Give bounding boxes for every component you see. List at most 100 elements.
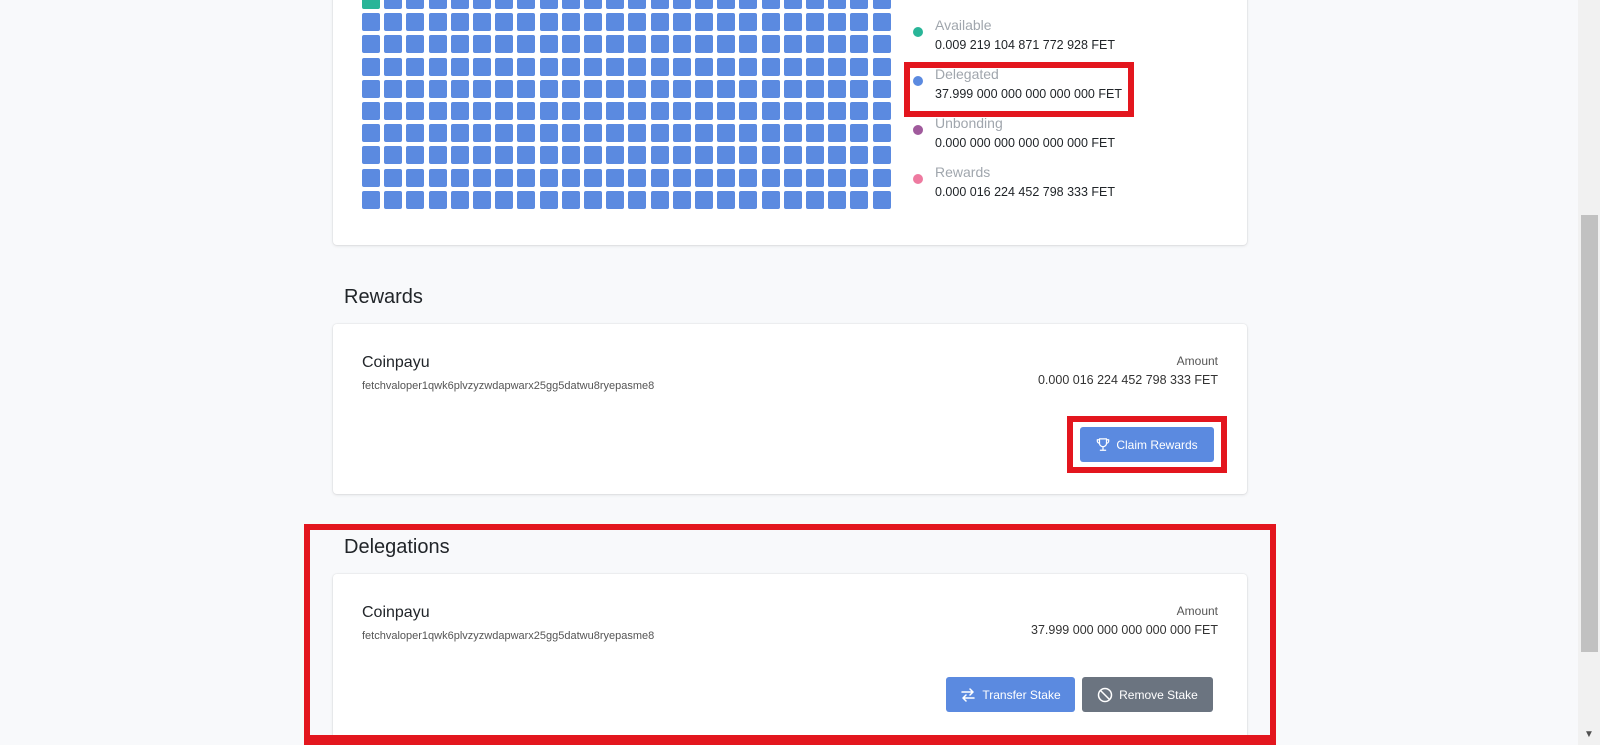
legend-label: Available <box>935 17 992 33</box>
waffle-square-delegated <box>806 146 824 165</box>
waffle-square-delegated <box>650 190 669 209</box>
transfer-arrows-icon <box>961 687 976 702</box>
waffle-square-delegated <box>872 124 891 143</box>
waffle-square-delegated <box>428 0 447 9</box>
waffle-square-delegated <box>695 0 713 9</box>
transfer-stake-button[interactable]: Transfer Stake <box>946 677 1075 712</box>
waffle-square-delegated <box>406 190 425 209</box>
waffle-square-delegated <box>761 35 780 54</box>
scrollbar-thumb[interactable] <box>1581 215 1598 652</box>
waffle-square-delegated <box>783 146 802 165</box>
waffle-square-delegated <box>406 13 425 32</box>
waffle-square-delegated <box>406 79 425 98</box>
waffle-square-delegated <box>362 13 380 32</box>
waffle-square-delegated <box>384 57 403 76</box>
legend-value: 0.000 016 224 452 798 333 FET <box>935 185 1116 199</box>
waffle-square-delegated <box>539 0 558 9</box>
waffle-square-delegated <box>606 0 625 9</box>
waffle-square-delegated <box>672 190 691 209</box>
waffle-square-delegated <box>628 168 647 187</box>
delegations-section-title: Delegations <box>344 536 450 558</box>
waffle-square-delegated <box>650 168 669 187</box>
waffle-square-delegated <box>628 102 647 120</box>
validator-name: Coinpayu <box>362 604 430 621</box>
ban-icon <box>1097 687 1113 702</box>
amount-label: Amount <box>1176 354 1218 368</box>
waffle-square-delegated <box>495 13 514 32</box>
claim-rewards-button[interactable]: Claim Rewards <box>1080 427 1214 462</box>
waffle-square-delegated <box>495 0 514 9</box>
waffle-square-delegated <box>761 0 780 9</box>
waffle-square-delegated <box>406 102 425 120</box>
waffle-square-delegated <box>584 190 602 209</box>
waffle-square-delegated <box>672 57 691 76</box>
waffle-square-delegated <box>450 146 469 165</box>
waffle-square-delegated <box>473 124 491 143</box>
waffle-square-delegated <box>672 168 691 187</box>
waffle-square-delegated <box>806 35 824 54</box>
waffle-square-delegated <box>561 79 580 98</box>
waffle-square-delegated <box>850 146 869 165</box>
waffle-square-delegated <box>384 146 403 165</box>
balance-waffle-chart <box>362 0 893 216</box>
waffle-square-delegated <box>561 146 580 165</box>
waffle-square-delegated <box>473 168 491 187</box>
waffle-square-delegated <box>606 102 625 120</box>
waffle-square-delegated <box>561 168 580 187</box>
waffle-square-delegated <box>561 0 580 9</box>
waffle-square-delegated <box>628 79 647 98</box>
waffle-square-delegated <box>828 79 847 98</box>
waffle-square-delegated <box>695 79 713 98</box>
waffle-square-delegated <box>828 168 847 187</box>
waffle-square-delegated <box>783 190 802 209</box>
waffle-square-delegated <box>650 102 669 120</box>
validator-address: fetchvaloper1qwk6plvzyzwdapwarx25gg5datw… <box>362 380 655 392</box>
available-dot-icon <box>913 27 923 37</box>
vertical-scrollbar[interactable]: ▼ <box>1578 0 1600 745</box>
rewards-dot-icon <box>913 174 923 184</box>
waffle-square-delegated <box>606 35 625 54</box>
rewards-card: Coinpayu fetchvaloper1qwk6plvzyzwdapwarx… <box>333 324 1247 494</box>
remove-stake-label: Remove Stake <box>1119 687 1198 702</box>
waffle-square-delegated <box>783 124 802 143</box>
waffle-square-delegated <box>584 0 602 9</box>
waffle-square-delegated <box>828 0 847 9</box>
waffle-square-delegated <box>384 168 403 187</box>
waffle-square-delegated <box>384 102 403 120</box>
waffle-square-delegated <box>384 0 403 9</box>
legend-label: Rewards <box>935 164 991 180</box>
waffle-square-delegated <box>783 57 802 76</box>
waffle-square-delegated <box>450 0 469 9</box>
waffle-square-delegated <box>695 57 713 76</box>
remove-stake-button[interactable]: Remove Stake <box>1082 677 1213 712</box>
waffle-square-delegated <box>739 79 758 98</box>
waffle-square-delegated <box>406 0 425 9</box>
waffle-square-delegated <box>384 124 403 143</box>
waffle-square-delegated <box>539 146 558 165</box>
waffle-square-delegated <box>517 79 536 98</box>
waffle-square-delegated <box>517 57 536 76</box>
waffle-square-delegated <box>783 102 802 120</box>
waffle-square-delegated <box>517 13 536 32</box>
waffle-square-delegated <box>362 57 380 76</box>
legend-value: 0.009 219 104 871 772 928 FET <box>935 38 1116 52</box>
waffle-square-delegated <box>406 124 425 143</box>
scroll-down-arrow-icon[interactable]: ▼ <box>1578 723 1600 745</box>
waffle-square-delegated <box>606 146 625 165</box>
waffle-square-delegated <box>717 190 736 209</box>
legend-value: 0.000 000 000 000 000 000 FET <box>935 136 1116 150</box>
waffle-square-delegated <box>672 79 691 98</box>
waffle-square-delegated <box>584 57 602 76</box>
waffle-square-delegated <box>717 0 736 9</box>
waffle-square-delegated <box>384 35 403 54</box>
waffle-square-delegated <box>495 190 514 209</box>
waffle-square-delegated <box>539 102 558 120</box>
waffle-square-delegated <box>650 0 669 9</box>
waffle-square-delegated <box>517 146 536 165</box>
waffle-square-delegated <box>717 102 736 120</box>
waffle-square-delegated <box>850 79 869 98</box>
delegated-dot-icon <box>913 76 923 86</box>
waffle-square-delegated <box>761 79 780 98</box>
waffle-square-delegated <box>384 13 403 32</box>
delegations-card: Coinpayu fetchvaloper1qwk6plvzyzwdapwarx… <box>333 574 1247 745</box>
